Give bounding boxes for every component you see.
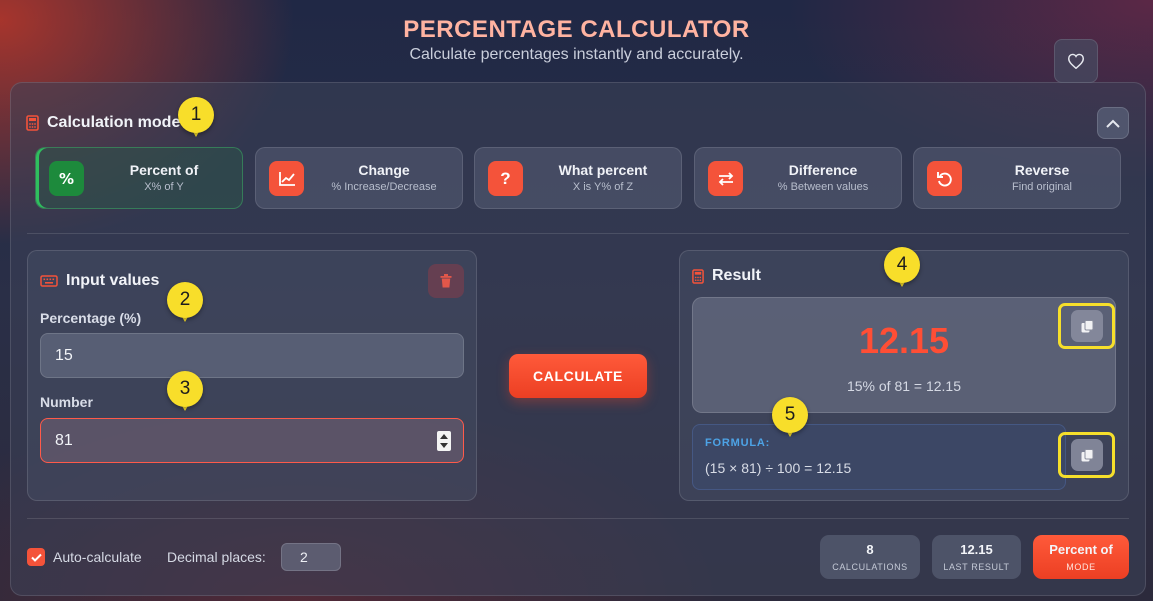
mode-subtitle: X is Y% of Z	[572, 181, 634, 193]
result-value: 12.15	[858, 320, 950, 361]
result-heading: Result	[692, 267, 761, 285]
clear-button[interactable]	[428, 264, 464, 298]
percentage-input[interactable]: 15	[40, 333, 464, 378]
stat-label: MODE	[1066, 562, 1096, 572]
copy-icon	[1081, 448, 1093, 461]
check-icon	[30, 553, 42, 562]
swap-arrows-icon	[708, 161, 743, 196]
number-stepper[interactable]	[437, 431, 451, 451]
keyboard-icon	[40, 275, 58, 287]
stat-label: CALCULATIONS	[832, 562, 908, 572]
mode-change[interactable]: Change % Increase/Decrease	[255, 147, 463, 209]
input-values-heading: Input values	[40, 272, 159, 290]
copy-icon	[1081, 319, 1093, 332]
calculation-mode-heading: Calculation mode	[26, 114, 180, 132]
annotation-marker: 5	[772, 397, 808, 441]
mode-title: What percent	[558, 162, 648, 178]
result-title: Result	[712, 267, 761, 284]
stat-value: 8	[866, 542, 874, 557]
mode-title: Percent of	[129, 162, 199, 178]
calculate-button[interactable]: CALCULATE	[509, 354, 647, 398]
stat-value: 12.15	[960, 542, 993, 557]
percentage-label: Percentage (%)	[40, 310, 142, 326]
mode-subtitle: % Increase/Decrease	[331, 181, 437, 193]
decimal-places-input[interactable]: 2	[281, 543, 341, 571]
heart-icon	[1067, 53, 1085, 69]
undo-icon	[927, 161, 962, 196]
calculator-icon	[692, 268, 704, 284]
mode-title: Reverse	[1014, 162, 1070, 178]
percent-icon: %	[49, 161, 84, 196]
auto-calculate-checkbox[interactable]	[27, 548, 45, 566]
number-label: Number	[40, 394, 93, 410]
mode-subtitle: Find original	[1012, 181, 1072, 193]
collapse-button[interactable]	[1097, 107, 1129, 139]
annotation-marker: 3	[167, 371, 203, 415]
page-title: PERCENTAGE CALCULATOR	[403, 16, 750, 43]
stat-calculations: 8 CALCULATIONS	[820, 535, 920, 579]
copy-result-button[interactable]	[1071, 310, 1103, 342]
page-subtitle: Calculate percentages instantly and accu…	[409, 46, 744, 63]
auto-calculate-label: Auto-calculate	[53, 549, 142, 565]
mode-reverse[interactable]: Reverse Find original	[913, 147, 1121, 209]
stat-mode: Percent of MODE	[1033, 535, 1129, 579]
divider	[27, 233, 1129, 234]
number-input[interactable]: 81	[40, 418, 464, 463]
mode-subtitle: X% of Y	[144, 181, 184, 193]
favorite-button[interactable]	[1054, 39, 1098, 83]
stat-label: LAST RESULT	[943, 562, 1010, 572]
formula-label: FORMULA:	[705, 437, 771, 449]
annotation-marker: 4	[884, 247, 920, 291]
formula-text: (15 × 81) ÷ 100 = 12.15	[705, 460, 852, 476]
decimal-places-label: Decimal places:	[167, 549, 266, 565]
trash-icon	[440, 274, 452, 288]
divider	[27, 518, 1129, 519]
formula-box	[692, 424, 1066, 490]
question-icon: ?	[488, 161, 523, 196]
mode-what-percent[interactable]: ? What percent X is Y% of Z	[474, 147, 682, 209]
mode-subtitle: % Between values	[777, 181, 869, 193]
result-equation: 15% of 81 = 12.15	[846, 378, 962, 394]
copy-formula-button[interactable]	[1071, 439, 1103, 471]
annotation-marker: 1	[178, 97, 214, 141]
input-values-title: Input values	[66, 272, 160, 289]
stat-value: Percent of	[1049, 542, 1113, 557]
chevron-up-icon	[1106, 119, 1120, 128]
number-input-value: 81	[55, 432, 73, 449]
calculator-icon	[26, 115, 39, 131]
calculation-mode-title: Calculation mode	[47, 114, 181, 131]
stat-last-result: 12.15 LAST RESULT	[932, 535, 1021, 579]
mode-title: Change	[358, 162, 410, 178]
trend-chart-icon	[269, 161, 304, 196]
mode-title: Difference	[788, 162, 858, 178]
mode-percent-of[interactable]: % Percent of X% of Y	[35, 147, 243, 209]
annotation-marker: 2	[167, 282, 203, 326]
mode-difference[interactable]: Difference % Between values	[694, 147, 902, 209]
